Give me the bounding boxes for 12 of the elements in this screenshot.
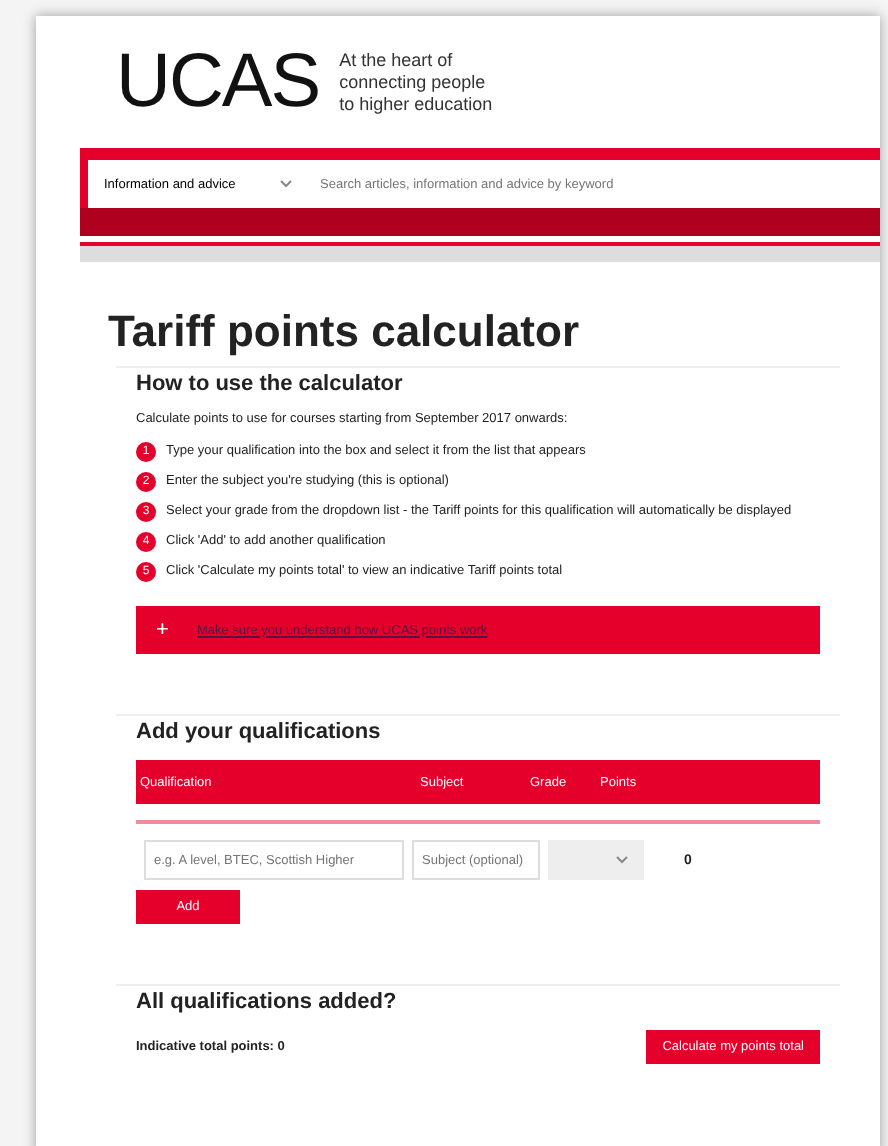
chevron-down-icon <box>280 180 292 188</box>
section-heading: Add your qualifications <box>136 720 383 744</box>
tagline-line: connecting people <box>339 71 488 93</box>
chevron-down-icon <box>616 856 628 864</box>
grade-dropdown[interactable] <box>548 840 644 880</box>
tagline-line: At the heart of <box>339 49 455 71</box>
section-heading: All qualifications added? <box>136 990 399 1014</box>
section-heading: How to use the calculator <box>136 372 405 396</box>
ucas-logo[interactable]: UCAS <box>116 44 320 120</box>
plus-icon[interactable]: + <box>156 618 169 642</box>
page-title: Tariff points calculator <box>108 306 582 358</box>
tagline-line: to higher education <box>339 93 493 115</box>
